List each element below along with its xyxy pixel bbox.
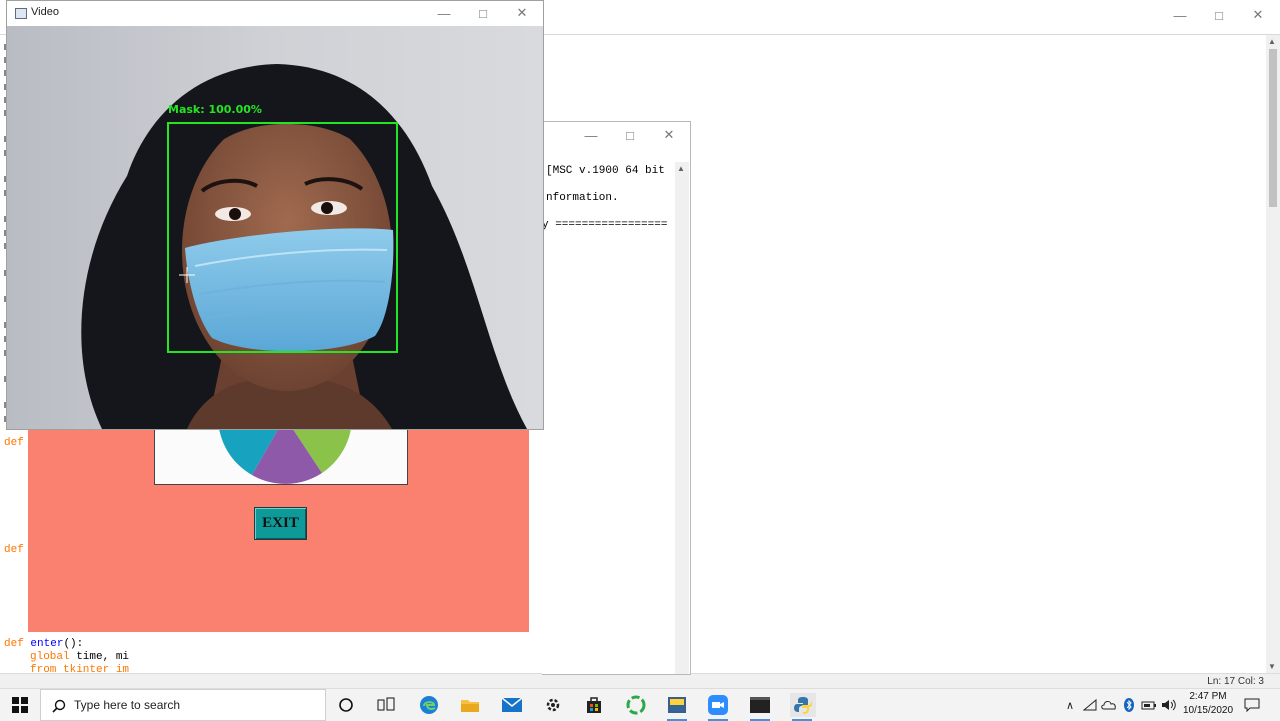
exit-button[interactable]: EXIT: [254, 507, 307, 540]
webcam-frame: Mask: 100.00%: [7, 26, 543, 429]
taskbar: Type here to search ∧ 2:47 PM 10/15/2020: [0, 688, 1280, 721]
window-app-icon: [15, 8, 27, 19]
notifications-icon[interactable]: [1244, 697, 1260, 713]
edge-browser-icon[interactable]: [417, 693, 441, 717]
shell-scrollbar[interactable]: ▲: [675, 162, 689, 674]
editor-statusbar: Ln: 17 Col: 3: [0, 673, 1280, 689]
clock-time: 2:47 PM: [1189, 691, 1227, 702]
scroll-up-icon[interactable]: ▲: [677, 164, 685, 173]
def-keyword: def: [4, 544, 24, 556]
taskbar-search-box[interactable]: Type here to search: [40, 689, 326, 721]
search-placeholder: Type here to search: [74, 698, 181, 712]
detection-box: [167, 122, 398, 353]
zoom-icon[interactable]: [706, 693, 730, 721]
clock-date: 10/15/2020: [1182, 705, 1234, 716]
function-name: enter: [30, 638, 64, 650]
editor-scrollbar[interactable]: ▲ ▼: [1266, 35, 1280, 673]
python-icon[interactable]: [790, 693, 816, 721]
search-icon: [52, 699, 66, 713]
close-icon[interactable]: ✕: [646, 120, 692, 150]
code-def-1: def: [4, 437, 24, 450]
shell-window: — □ ✕ [MSC v.1900 64 bit nformation. y =…: [542, 121, 691, 675]
store-icon[interactable]: [582, 693, 606, 717]
task-view-icon[interactable]: [374, 693, 398, 717]
settings-gear-icon[interactable]: [541, 693, 565, 717]
crosshair-cursor-icon: [179, 267, 195, 283]
cursor-position: Ln: 17 Col: 3: [1207, 676, 1264, 687]
video-titlebar: Video — □ ✕: [7, 1, 543, 26]
detection-label: Mask: 100.00%: [168, 103, 262, 116]
def-keyword: def: [4, 638, 24, 650]
global-vars: time, mi: [69, 651, 130, 663]
tk-app-window: EXIT: [28, 427, 529, 632]
scroll-thumb[interactable]: [1269, 49, 1277, 207]
shell-line: [MSC v.1900 64 bit: [546, 165, 665, 177]
sync-app-icon[interactable]: [624, 693, 648, 717]
video-window-title: Video: [31, 6, 59, 18]
close-icon[interactable]: ✕: [1235, 0, 1280, 30]
battery-icon[interactable]: [1141, 697, 1157, 713]
chevron-up-icon[interactable]: ∧: [1062, 697, 1078, 713]
video-window: Video — □ ✕ Mask: 100.00%: [6, 0, 544, 430]
code-def-2: def: [4, 544, 24, 557]
bluetooth-icon[interactable]: [1121, 697, 1137, 713]
scroll-down-icon[interactable]: ▼: [1268, 662, 1276, 671]
file-explorer-icon[interactable]: [458, 693, 482, 717]
cortana-icon[interactable]: [334, 693, 358, 717]
code-global-line: global time, mi: [30, 651, 134, 664]
code-enter-def: def enter():: [4, 638, 83, 651]
function-signature: ():: [63, 638, 84, 650]
mail-icon[interactable]: [500, 693, 524, 717]
shell-line: y =================: [542, 219, 668, 231]
pie-chart: [218, 427, 352, 484]
windows-logo-icon: [12, 697, 28, 713]
pie-chart-canvas: [154, 427, 408, 485]
python-idle-icon[interactable]: [665, 693, 689, 721]
shell-output[interactable]: [MSC v.1900 64 bit nformation. y =======…: [542, 162, 673, 674]
close-icon[interactable]: ✕: [499, 0, 545, 28]
scroll-up-icon[interactable]: ▲: [1268, 37, 1276, 46]
start-button[interactable]: [0, 689, 40, 721]
code-cut-line: from tkinter im: [30, 664, 134, 673]
terminal-icon[interactable]: [748, 693, 772, 721]
onedrive-cloud-icon[interactable]: [1101, 697, 1117, 713]
volume-icon[interactable]: [1161, 697, 1177, 713]
def-keyword: def: [4, 437, 24, 449]
import-line: from tkinter im: [30, 664, 130, 673]
network-icon[interactable]: [1082, 697, 1098, 713]
taskbar-clock[interactable]: 2:47 PM 10/15/2020: [1180, 690, 1236, 718]
global-keyword: global: [30, 651, 70, 663]
shell-line: nformation.: [546, 192, 619, 204]
